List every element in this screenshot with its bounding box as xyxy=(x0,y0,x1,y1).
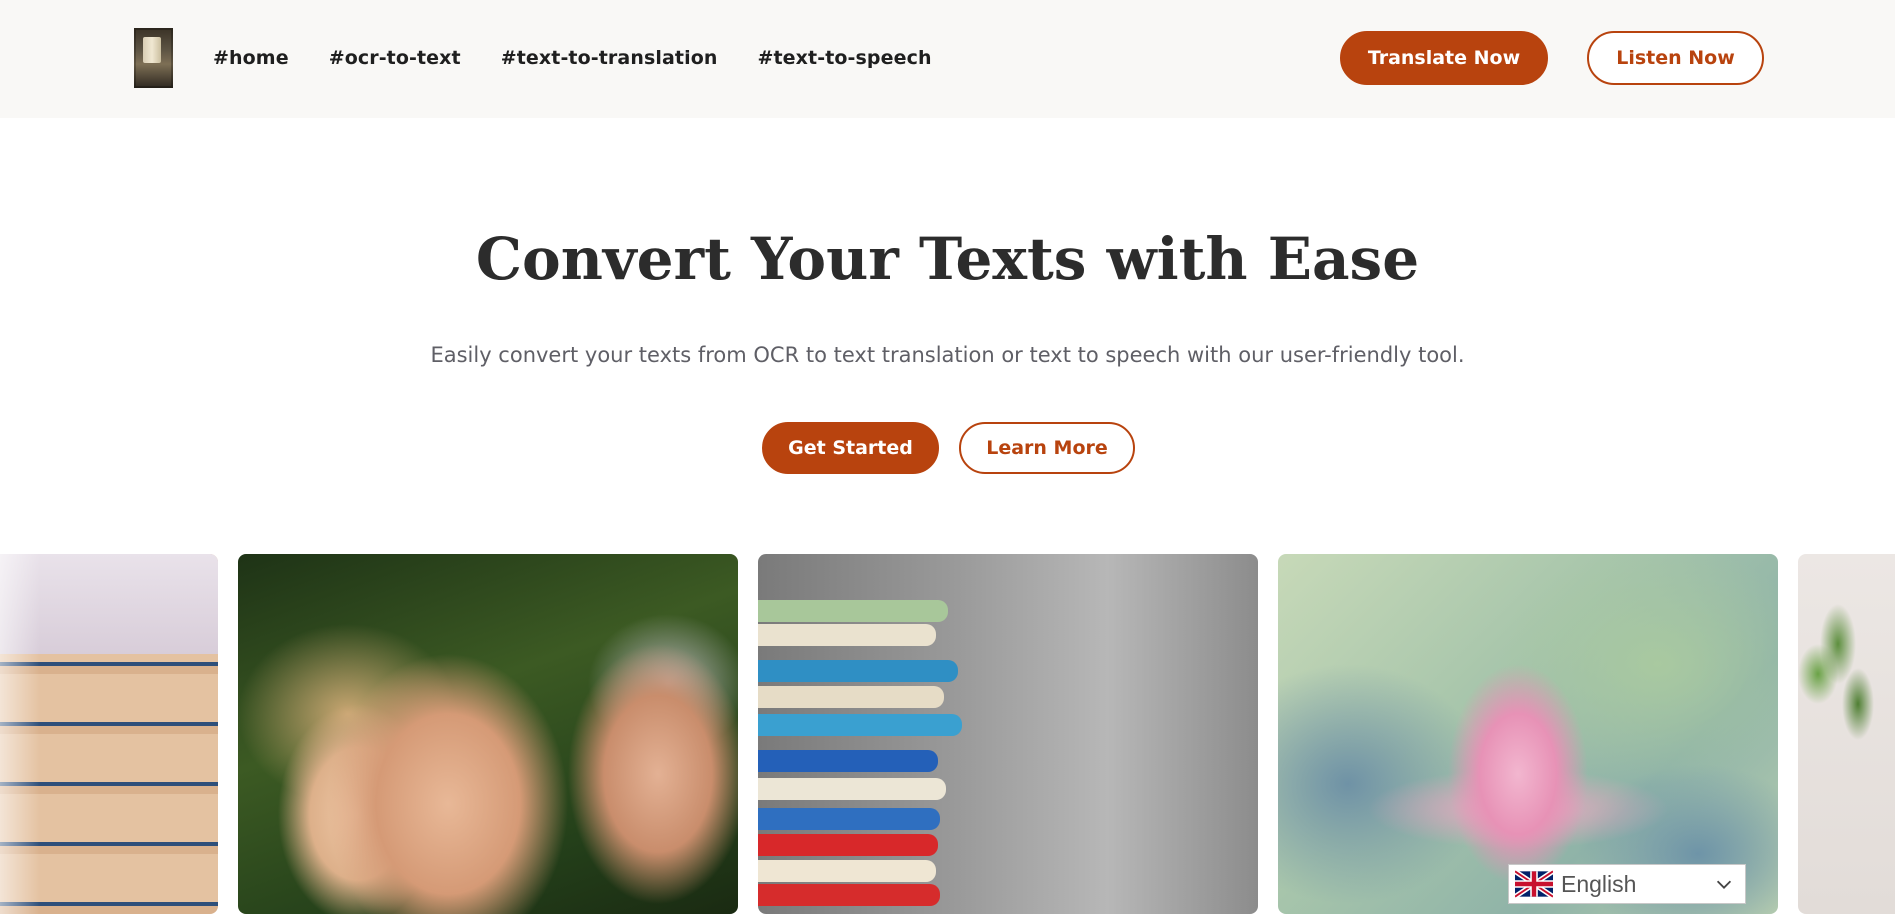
site-header: #home #ocr-to-text #text-to-translation … xyxy=(0,0,1895,118)
book-spine xyxy=(758,834,938,856)
book-spine xyxy=(758,884,940,906)
book-spine xyxy=(758,860,936,882)
hero-title: Convert Your Texts with Ease xyxy=(475,225,1420,293)
gallery-image-books-closeup xyxy=(0,554,218,914)
translate-now-button[interactable]: Translate Now xyxy=(1340,31,1548,85)
gallery-image-book-stack xyxy=(758,554,1258,914)
main-nav: #home #ocr-to-text #text-to-translation … xyxy=(213,43,932,73)
nav-link-home[interactable]: #home xyxy=(213,43,289,73)
language-selected-label: English xyxy=(1561,870,1637,897)
site-logo[interactable] xyxy=(134,28,173,88)
listen-now-button[interactable]: Listen Now xyxy=(1587,31,1764,85)
book-spine xyxy=(758,624,936,646)
language-selector[interactable]: English xyxy=(1508,864,1746,904)
uk-flag-icon xyxy=(1515,870,1553,898)
nav-link-text-to-translation[interactable]: #text-to-translation xyxy=(501,43,718,73)
gallery-image-family xyxy=(238,554,738,914)
book-spine xyxy=(758,808,940,830)
gallery-image-lotus-flower xyxy=(1278,554,1778,914)
book-spine xyxy=(758,600,948,622)
book-spine xyxy=(758,750,938,772)
learn-more-button[interactable]: Learn More xyxy=(959,422,1135,474)
hero-subtitle: Easily convert your texts from OCR to te… xyxy=(430,343,1465,367)
book-spine xyxy=(758,714,962,736)
nav-link-ocr-to-text[interactable]: #ocr-to-text xyxy=(329,43,461,73)
book-spine xyxy=(758,778,946,800)
nav-link-text-to-speech[interactable]: #text-to-speech xyxy=(757,43,931,73)
get-started-button[interactable]: Get Started xyxy=(762,422,939,474)
chevron-down-icon xyxy=(1716,880,1732,889)
book-spine xyxy=(758,686,944,708)
gallery-image-plant xyxy=(1798,554,1895,914)
book-spine xyxy=(758,660,958,682)
